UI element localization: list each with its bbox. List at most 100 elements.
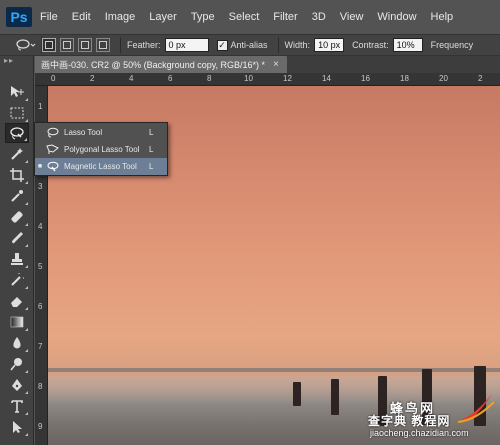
- tool-healing-brush[interactable]: [5, 207, 29, 227]
- intersect-selection-icon: [99, 41, 107, 49]
- ruler-label: 12: [283, 74, 292, 83]
- tool-type[interactable]: [5, 396, 29, 416]
- move-icon: [11, 86, 24, 97]
- toolbox: ▸▸: [0, 56, 34, 445]
- watermark-text: 查字典 教程网: [368, 414, 451, 428]
- divider: [120, 37, 121, 53]
- tool-quick-selection[interactable]: [5, 144, 29, 164]
- ruler-label: 10: [244, 74, 253, 83]
- menu-help[interactable]: Help: [431, 11, 454, 23]
- menu-view[interactable]: View: [340, 11, 364, 23]
- pier-post: [293, 382, 301, 406]
- watermark-logo-icon: [457, 394, 495, 423]
- tool-crop[interactable]: [5, 165, 29, 185]
- ruler-label: 9: [38, 422, 43, 431]
- ruler-top[interactable]: 0 2 4 6 8 10 12 14 16 18 20 2: [35, 73, 500, 86]
- feather-input[interactable]: 0 px: [164, 38, 209, 52]
- magnetic-lasso-icon: [45, 161, 59, 173]
- path-selection-icon: [13, 421, 22, 433]
- menu-3d[interactable]: 3D: [312, 11, 326, 23]
- antialias-checkbox[interactable]: ✓: [216, 39, 228, 51]
- ruler-label: 2: [90, 74, 95, 83]
- intersect-selection-button[interactable]: [96, 38, 110, 52]
- clone-stamp-icon: [11, 253, 23, 265]
- document-tab[interactable]: 画中画-030. CR2 @ 50% (Background copy, RGB…: [35, 56, 287, 73]
- width-label: Width:: [284, 40, 311, 50]
- tool-brush[interactable]: [5, 228, 29, 248]
- watermark-url: jiaocheng.chazidian.com: [370, 428, 469, 438]
- menu-filter[interactable]: Filter: [273, 11, 297, 23]
- menu-select[interactable]: Select: [229, 11, 260, 23]
- tool-dodge[interactable]: [5, 354, 29, 374]
- options-bar: Feather: 0 px ✓ Anti-alias Width: 10 px …: [0, 34, 500, 56]
- pen-icon: [12, 379, 22, 391]
- tool-gradient[interactable]: [5, 312, 29, 332]
- menu-type[interactable]: Type: [191, 11, 215, 23]
- menu-window[interactable]: Window: [377, 11, 416, 23]
- menu-file[interactable]: File: [40, 11, 58, 23]
- ruler-label: 8: [207, 74, 212, 83]
- tool-history-brush[interactable]: [5, 270, 29, 290]
- tool-eyedropper[interactable]: [5, 186, 29, 206]
- tab-bar-empty: [287, 56, 500, 73]
- tool-clone-stamp[interactable]: [5, 249, 29, 269]
- menu-edit[interactable]: Edit: [72, 11, 91, 23]
- pier-post: [331, 379, 339, 415]
- tool-pen[interactable]: [5, 375, 29, 395]
- ruler-label: 16: [361, 74, 370, 83]
- ruler-label: 0: [51, 74, 56, 83]
- tool-path-selection[interactable]: [5, 417, 29, 437]
- divider: [277, 37, 279, 53]
- shortcut-key: L: [149, 162, 154, 171]
- feather-label: Feather:: [127, 40, 161, 50]
- flyout-item-polygonal-lasso[interactable]: Polygonal Lasso Tool L: [35, 141, 167, 158]
- lasso-icon: [45, 127, 59, 139]
- ruler-label: 18: [400, 74, 409, 83]
- marquee-icon: [10, 107, 24, 119]
- contrast-label: Contrast:: [352, 40, 389, 50]
- toolbox-grip[interactable]: ▸▸: [0, 56, 33, 66]
- tool-eraser[interactable]: [5, 291, 29, 311]
- eraser-icon: [11, 297, 22, 307]
- flyout-item-label: Magnetic Lasso Tool: [64, 162, 137, 171]
- shortcut-key: L: [149, 145, 154, 154]
- add-to-selection-button[interactable]: [60, 38, 74, 52]
- tool-marquee[interactable]: [5, 103, 29, 123]
- new-selection-button[interactable]: [42, 38, 56, 52]
- flyout-item-label: Polygonal Lasso Tool: [64, 145, 140, 154]
- antialias-label: Anti-alias: [230, 40, 268, 50]
- menu-bar: Ps File Edit Image Layer Type Select Fil…: [0, 0, 500, 34]
- eyedropper-icon: [11, 190, 23, 202]
- polygonal-lasso-icon: [45, 144, 59, 156]
- gradient-icon: [10, 316, 24, 328]
- ruler-label: 1: [38, 102, 43, 111]
- flyout-item-lasso[interactable]: Lasso Tool L: [35, 124, 167, 141]
- close-tab-button[interactable]: ×: [273, 59, 279, 70]
- magnetic-lasso-icon: [10, 127, 24, 140]
- ruler-label: 6: [38, 302, 43, 311]
- ruler-label: 4: [38, 222, 43, 231]
- lasso-icon: [15, 39, 35, 51]
- frequency-label: Frequency: [430, 40, 474, 50]
- tool-lasso[interactable]: [5, 123, 29, 143]
- tool-move[interactable]: [5, 82, 29, 102]
- tool-preset-picker[interactable]: [8, 36, 42, 54]
- horizon-line: [48, 368, 500, 372]
- type-icon: [11, 400, 23, 413]
- ruler-label: 6: [168, 74, 173, 83]
- ruler-label: 2: [478, 74, 483, 83]
- contrast-input[interactable]: 10%: [392, 38, 423, 52]
- menu-layer[interactable]: Layer: [149, 11, 177, 23]
- add-selection-icon: [63, 41, 71, 49]
- ruler-label: 5: [38, 262, 43, 271]
- photoshop-logo: Ps: [6, 7, 32, 27]
- watermark: 蜂鸟网 查字典 教程网 jiaocheng.chazidian.com: [368, 388, 500, 445]
- tool-blur[interactable]: [5, 333, 29, 353]
- healing-brush-icon: [11, 211, 23, 223]
- subtract-from-selection-button[interactable]: [78, 38, 92, 52]
- flyout-item-magnetic-lasso[interactable]: ■ Magnetic Lasso Tool L: [35, 158, 167, 175]
- blur-icon: [13, 337, 21, 349]
- selected-marker: ■: [37, 163, 43, 170]
- width-input[interactable]: 10 px: [314, 38, 345, 52]
- menu-image[interactable]: Image: [105, 11, 136, 23]
